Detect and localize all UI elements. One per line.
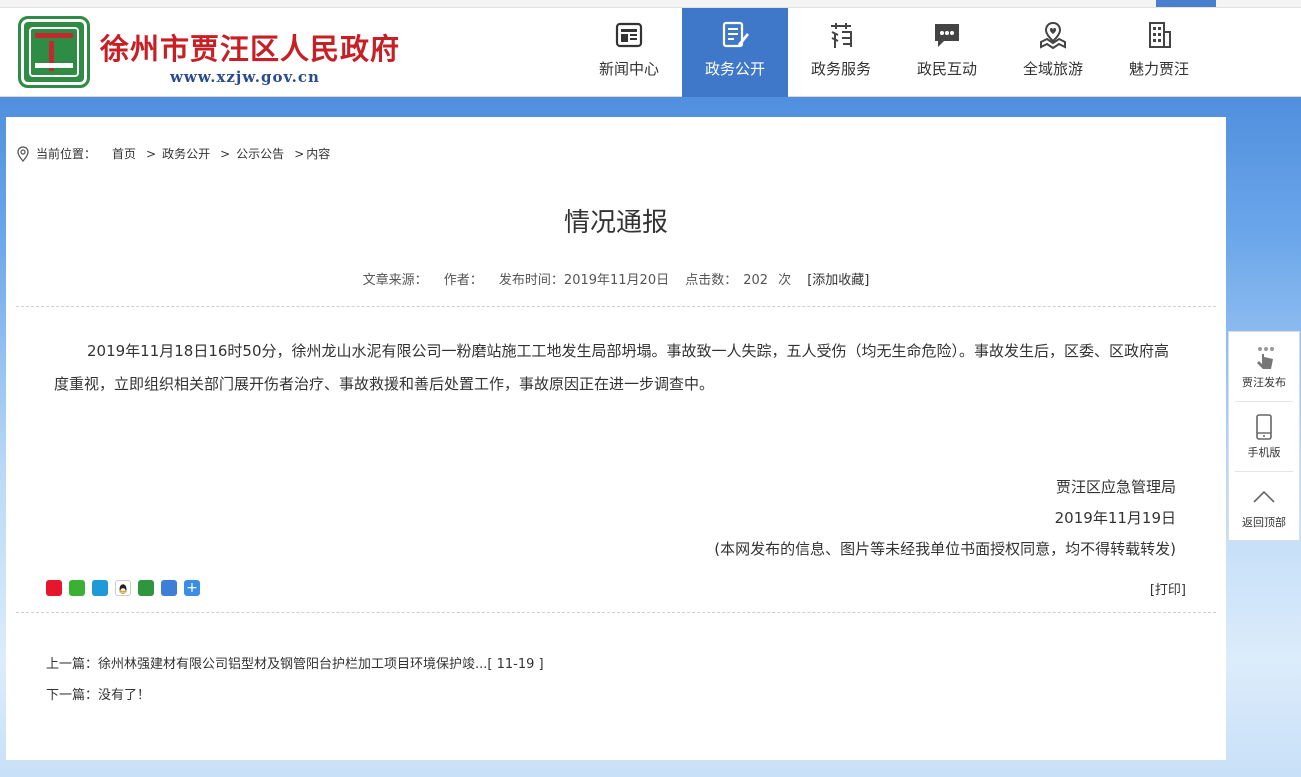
site-header: 徐州市贾汪区人民政府 www.xzjw.gov.cn 新闻中心 政务公开 政务服…: [0, 8, 1301, 97]
next-label: 下一篇：: [46, 688, 99, 703]
nav-label: 政务服务: [810, 60, 871, 78]
side-jiawang-release[interactable]: 贾汪发布: [1235, 332, 1293, 402]
nav-label: 新闻中心: [598, 60, 659, 78]
nav-label: 政务公开: [704, 60, 765, 78]
building-icon: [1144, 20, 1174, 50]
copyright-notice: (本网发布的信息、图片等未经我单位书面授权同意，均不得转载转发): [714, 540, 1176, 558]
article-title: 情况通报: [563, 208, 668, 238]
add-favorite-link[interactable]: [添加收藏]: [807, 273, 869, 288]
nav-label: 全域旅游: [1022, 60, 1083, 78]
location-pin-icon: [17, 145, 29, 162]
nav-item-tourism[interactable]: 全域旅游: [1000, 8, 1106, 97]
su-character-icon: [826, 20, 856, 50]
site-title[interactable]: 徐州市贾汪区人民政府: [100, 26, 400, 68]
breadcrumb-home[interactable]: 首页: [112, 145, 136, 162]
divider: [16, 306, 1216, 307]
side-mobile-version[interactable]: 手机版: [1235, 402, 1293, 472]
breadcrumb-separator: >: [146, 146, 157, 161]
print-link[interactable]: [打印]: [1150, 579, 1186, 598]
nav-item-interaction[interactable]: 政民互动: [894, 8, 1000, 97]
nav-item-charm[interactable]: 魅力贾汪: [1106, 8, 1212, 97]
nav-item-gov-services[interactable]: 政务服务: [788, 8, 894, 97]
publish-date: 发布时间：2019年11月20日: [498, 273, 670, 288]
divider: [16, 612, 1216, 613]
article-signature: 贾汪区应急管理局 2019年11月19日 (本网发布的信息、图片等未经我单位书面…: [714, 472, 1176, 565]
author-label: 作者：: [443, 273, 483, 288]
article-paragraph: 2019年11月18日16时50分，徐州龙山水泥有限公司一粉磨站施工工地发生局部…: [54, 342, 1170, 393]
views-unit: 次: [778, 273, 792, 288]
side-toolbar: 贾汪发布 手机版 返回顶部: [1228, 331, 1300, 541]
side-label: 贾汪发布: [1242, 376, 1286, 389]
arrow-up-icon: [1253, 490, 1275, 503]
wechat-icon[interactable]: [69, 580, 85, 596]
prev-article-link[interactable]: 徐州林强建材有限公司铝型材及钢管阳台护栏加工项目环境保护竣...[ 11-19 …: [98, 657, 544, 672]
breadcrumb-separator: >: [294, 146, 305, 161]
prev-next-nav: 上一篇：徐州林强建材有限公司铝型材及钢管阳台护栏加工项目环境保护竣...[ 11…: [46, 649, 544, 711]
side-label: 返回顶部: [1242, 516, 1286, 529]
chat-bubble-icon: [932, 20, 962, 50]
douban-icon[interactable]: [138, 580, 154, 596]
views-label: 点击数：: [685, 273, 738, 288]
nav-label: 魅力贾汪: [1128, 60, 1189, 78]
article-panel: 当前位置： 首页 > 政务公开 > 公示公告 > 内容 情况通报 文章来源： 作…: [6, 117, 1226, 760]
breadcrumb-content: 内容: [306, 147, 331, 161]
views-count: 202: [743, 273, 769, 288]
nav-label: 政民互动: [916, 60, 977, 78]
document-edit-icon: [720, 20, 750, 50]
article-meta: 文章来源： 作者： 发布时间：2019年11月20日 点击数： 202 次 [添加收…: [6, 269, 1226, 288]
next-article-text: 没有了！: [98, 688, 151, 703]
breadcrumb-gov-affairs[interactable]: 政务公开: [162, 145, 210, 162]
qzone-icon[interactable]: [92, 580, 108, 596]
touch-icon: [1257, 347, 1274, 369]
top-bar: [0, 0, 1301, 8]
qq-icon[interactable]: [115, 580, 131, 596]
sign-organization: 贾汪区应急管理局: [1055, 478, 1176, 496]
share-bar: +: [46, 580, 200, 596]
weibo-icon[interactable]: [46, 580, 62, 596]
logo-seal-icon[interactable]: [18, 16, 90, 88]
site-url: www.xzjw.gov.cn: [170, 68, 320, 86]
breadcrumb-announcements[interactable]: 公示公告: [236, 145, 284, 162]
nav-item-government-affairs[interactable]: 政务公开: [682, 8, 788, 97]
travel-map-icon: [1038, 20, 1068, 50]
side-label: 手机版: [1247, 446, 1281, 459]
more-share-icon[interactable]: +: [184, 580, 200, 596]
top-search-button[interactable]: [1156, 0, 1216, 7]
prev-label: 上一篇：: [46, 657, 99, 672]
newspaper-icon: [614, 20, 644, 50]
breadcrumb: 当前位置： 首页 > 政务公开 > 公示公告 > 内容: [16, 145, 338, 162]
nav-item-news[interactable]: 新闻中心: [576, 8, 682, 97]
next-article: 下一篇：没有了！: [46, 680, 544, 711]
breadcrumb-separator: >: [220, 146, 231, 161]
renren-icon[interactable]: [161, 580, 177, 596]
prev-article: 上一篇：徐州林强建材有限公司铝型材及钢管阳台护栏加工项目环境保护竣...[ 11…: [46, 649, 544, 680]
mobile-icon: [1256, 414, 1272, 440]
source-label: 文章来源：: [362, 273, 428, 288]
sign-date: 2019年11月19日: [1054, 509, 1176, 527]
side-back-to-top[interactable]: 返回顶部: [1235, 472, 1293, 542]
article-body: 2019年11月18日16时50分，徐州龙山水泥有限公司一粉磨站施工工地发生局部…: [54, 335, 1174, 401]
main-nav: 新闻中心 政务公开 政务服务 政民互动 全域旅游 魅力贾汪: [576, 8, 1212, 97]
breadcrumb-prefix: 当前位置：: [36, 147, 97, 161]
